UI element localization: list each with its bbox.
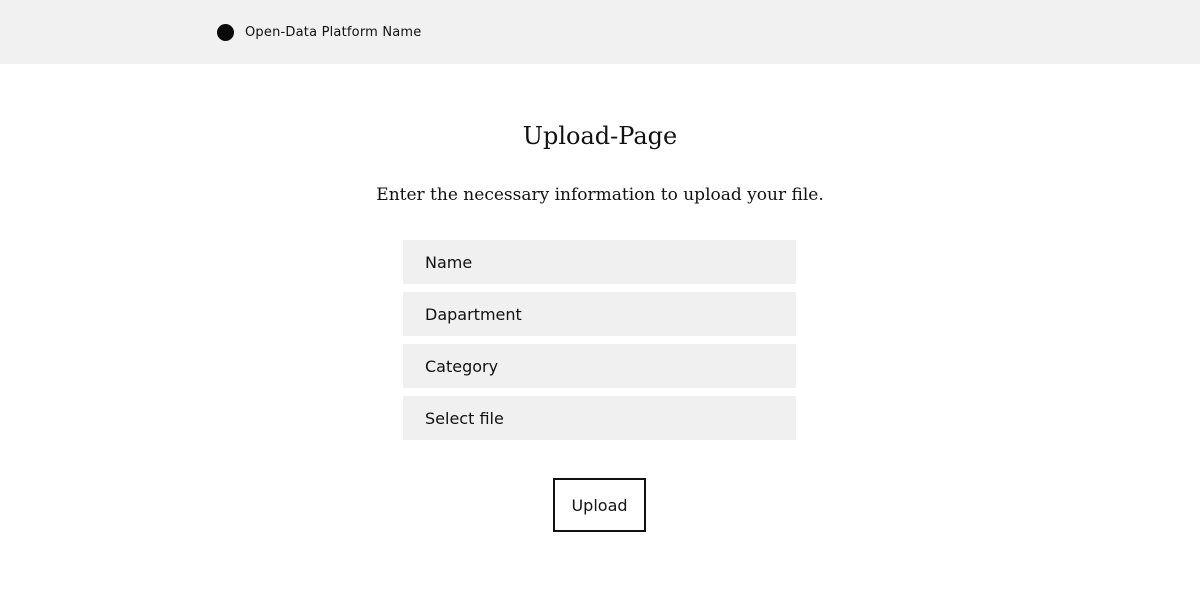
department-field[interactable] [403,292,796,336]
select-file-label: Select file [425,408,504,428]
upload-button[interactable]: Upload [553,478,646,532]
department-input[interactable] [425,304,796,324]
category-field[interactable] [403,344,796,388]
page-title: Upload-Page [522,122,678,150]
name-input[interactable] [425,252,796,272]
brand[interactable]: Open-Data Platform Name [217,23,422,41]
page-subtitle: Enter the necessary information to uploa… [376,185,824,205]
platform-name: Open-Data Platform Name [245,24,422,40]
select-file-field[interactable]: Select file [403,396,796,440]
name-field[interactable] [403,240,796,284]
header-bar: Open-Data Platform Name [0,0,1200,64]
category-input[interactable] [425,356,796,376]
logo-circle-icon [217,23,234,41]
